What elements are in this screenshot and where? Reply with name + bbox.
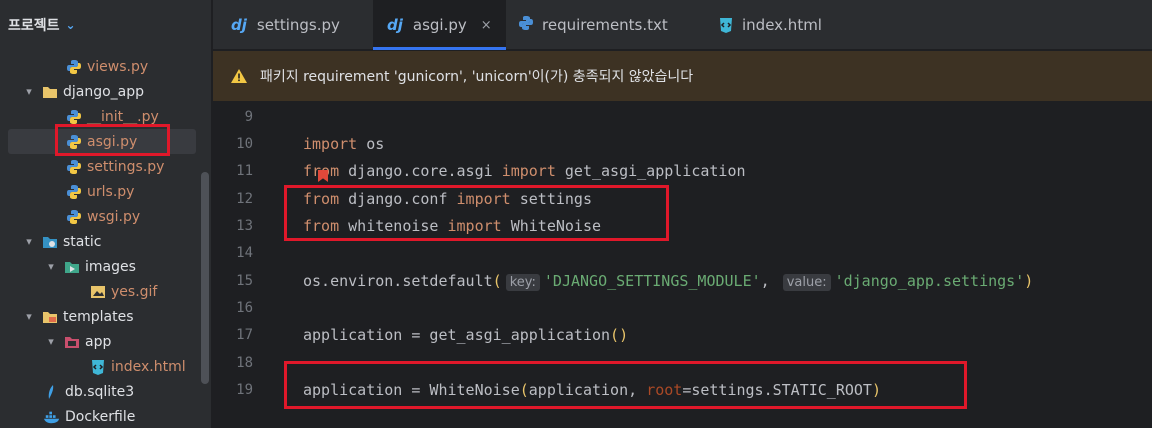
chevron-down-icon[interactable]: ▾ <box>22 310 36 323</box>
line-number: 17 <box>236 326 253 343</box>
python-file-icon <box>66 209 82 225</box>
django-icon: dj <box>387 16 403 34</box>
code-text: import os <box>303 134 385 153</box>
tree-folder-static[interactable]: ▾ static <box>0 229 211 254</box>
highlight-box <box>284 361 967 409</box>
line-number: 15 <box>236 272 253 289</box>
tree-folder-images[interactable]: ▾ images <box>0 254 211 279</box>
image-file-icon <box>90 284 106 300</box>
tree-item-label: wsgi.py <box>87 208 141 225</box>
tree-item-label: images <box>85 258 136 275</box>
python-file-icon <box>518 15 534 35</box>
tree-item-label: db.sqlite3 <box>65 383 135 400</box>
project-view-header[interactable]: 프로젝트 ⌄ <box>0 0 211 50</box>
line-number: 19 <box>236 381 253 398</box>
project-title: 프로젝트 <box>8 18 60 34</box>
tree-item-label: django_app <box>63 83 145 100</box>
close-icon[interactable]: × <box>481 18 492 33</box>
requirements-warning-banner: 패키지 requirement 'gunicorn', 'unicorn'이(가… <box>213 51 1152 101</box>
tree-item-db[interactable]: db.sqlite3 <box>0 379 211 404</box>
database-file-icon <box>44 384 60 400</box>
parameter-hint: key: <box>505 273 540 291</box>
chevron-down-icon[interactable]: ▾ <box>22 85 36 98</box>
line-number: 14 <box>236 244 253 261</box>
python-file-icon <box>66 184 82 200</box>
chevron-down-icon[interactable]: ▾ <box>44 260 58 273</box>
tree-item-label: urls.py <box>87 183 135 200</box>
line-number: 9 <box>244 108 253 125</box>
tree-item-label: index.html <box>111 358 186 375</box>
line-number: 18 <box>236 354 253 371</box>
tab-settings[interactable]: dj settings.py <box>231 0 340 50</box>
tree-item-label: yes.gif <box>111 283 158 300</box>
python-file-icon <box>66 159 82 175</box>
code-line: 9 <box>213 103 1152 130</box>
tree-item-wsgi[interactable]: wsgi.py <box>0 204 211 229</box>
docker-icon <box>44 409 60 425</box>
code-line: 17 application = get_asgi_application() <box>213 321 1152 348</box>
code-text: application = get_asgi_application() <box>303 325 629 344</box>
line-number: 12 <box>236 190 253 207</box>
tree-folder-templates[interactable]: ▾ templates <box>0 304 211 329</box>
app-folder-icon <box>64 334 80 350</box>
parameter-hint: value: <box>782 273 831 291</box>
warning-icon <box>231 69 247 83</box>
tree-item-dockerfile[interactable]: Dockerfile <box>0 404 211 428</box>
line-number: 16 <box>236 299 253 316</box>
code-line: 15 os.environ.setdefault(key: 'DJANGO_SET… <box>213 267 1152 294</box>
code-text: os.environ.setdefault(key: 'DJANGO_SETTIN… <box>303 271 1034 291</box>
templates-folder-icon <box>42 309 58 325</box>
line-number: 10 <box>236 135 253 152</box>
highlight-box <box>55 124 170 156</box>
editor-tab-bar: dj settings.py dj asgi.py × requirements… <box>213 0 1152 50</box>
chevron-down-icon[interactable]: ⌄ <box>66 18 76 32</box>
chevron-down-icon[interactable]: ▾ <box>44 335 58 348</box>
tree-item-label: views.py <box>87 58 149 75</box>
project-sidebar: 프로젝트 ⌄ views.py ▾ django_app __init__.py… <box>0 0 212 428</box>
html-file-icon <box>718 17 734 33</box>
tree-item-label: settings.py <box>87 158 165 175</box>
tree-folder-django-app[interactable]: ▾ django_app <box>0 79 211 104</box>
python-file-icon <box>66 109 82 125</box>
chevron-down-icon[interactable]: ▾ <box>22 235 36 248</box>
line-number: 13 <box>236 217 253 234</box>
line-number: 11 <box>236 162 253 179</box>
django-icon: dj <box>231 16 247 34</box>
tree-item-label: app <box>85 333 112 350</box>
tab-label: index.html <box>742 16 822 34</box>
code-line: 16 <box>213 294 1152 321</box>
tree-item-yes-gif[interactable]: yes.gif <box>0 279 211 304</box>
tab-requirements[interactable]: requirements.txt <box>518 0 668 50</box>
tree-item-views[interactable]: views.py <box>0 54 211 79</box>
folder-icon <box>42 84 58 100</box>
tree-folder-app[interactable]: ▾ app <box>0 329 211 354</box>
code-text: from django.core.asgi import get_asgi_ap… <box>303 161 746 180</box>
html-file-icon <box>90 359 106 375</box>
tab-label: requirements.txt <box>542 16 668 34</box>
highlight-box <box>284 185 669 241</box>
tab-index-html[interactable]: index.html <box>718 0 822 50</box>
tree-item-index-html[interactable]: index.html <box>0 354 211 379</box>
tree-item-label: __init__.py <box>87 108 159 125</box>
tree-item-label: Dockerfile <box>65 408 136 425</box>
tab-asgi[interactable]: dj asgi.py × <box>373 0 506 50</box>
warning-text: 패키지 requirement 'gunicorn', 'unicorn'이(가… <box>260 69 694 85</box>
code-line: 11 from django.core.asgi import get_asgi… <box>213 157 1152 184</box>
tab-label: settings.py <box>256 16 340 34</box>
code-line: 14 <box>213 239 1152 266</box>
code-line: 10 import os <box>213 130 1152 157</box>
python-file-icon <box>66 59 82 75</box>
tree-item-settings[interactable]: settings.py <box>0 154 211 179</box>
images-folder-icon <box>64 259 80 275</box>
tab-label: asgi.py <box>412 16 467 34</box>
static-folder-icon <box>42 234 58 250</box>
tree-item-urls[interactable]: urls.py <box>0 179 211 204</box>
tree-item-label: templates <box>63 308 134 325</box>
sidebar-scrollbar[interactable] <box>201 172 209 384</box>
tree-item-label: static <box>63 233 102 250</box>
code-editor[interactable]: 9 10 import os 11 from django.core.asgi … <box>213 101 1152 428</box>
